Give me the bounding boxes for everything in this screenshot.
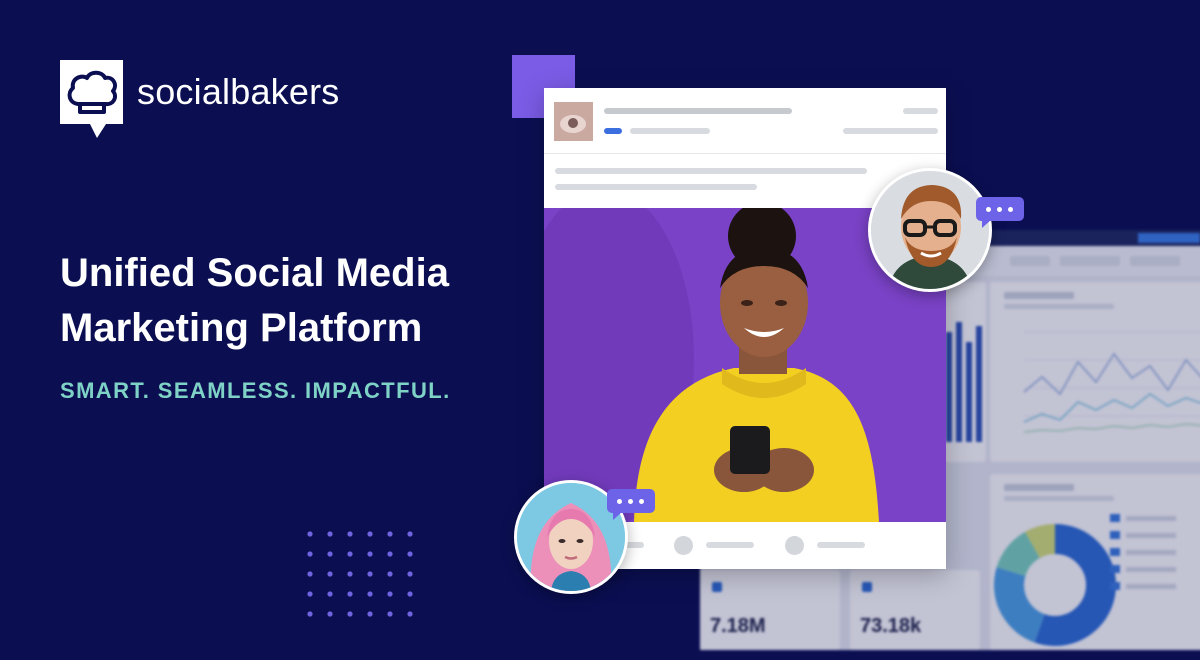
metric-card-engagement: 73.18k bbox=[850, 570, 980, 650]
panel-title bbox=[1004, 484, 1074, 491]
line-chart-panel bbox=[990, 282, 1200, 462]
reaction-icon bbox=[674, 536, 693, 555]
metric-value: 7.18M bbox=[710, 615, 766, 637]
man-portrait-illustration bbox=[871, 171, 989, 289]
metric-value: 73.18k bbox=[860, 615, 922, 637]
post-date-placeholder bbox=[903, 108, 938, 114]
bar-chart-panel bbox=[940, 282, 986, 462]
filter-chip bbox=[1130, 256, 1180, 266]
panel-subtitle bbox=[1004, 496, 1114, 501]
post-meta-placeholder bbox=[843, 128, 938, 134]
post-text-line bbox=[555, 184, 757, 190]
legend-row bbox=[1110, 531, 1200, 539]
legend-row bbox=[1110, 514, 1200, 522]
headline-line-2: Marketing Platform bbox=[60, 306, 423, 350]
hero-tagline: SMART. SEAMLESS. IMPACTFUL. bbox=[60, 378, 451, 403]
network-badge bbox=[604, 128, 622, 134]
bar bbox=[946, 332, 952, 442]
donut-chart bbox=[994, 524, 1116, 646]
metric-icon bbox=[712, 582, 722, 592]
metric-icon bbox=[862, 582, 872, 592]
line-chart bbox=[1023, 331, 1200, 433]
headline-line-1: Unified Social Media bbox=[60, 251, 449, 295]
line-series-2 bbox=[1023, 393, 1200, 423]
dashboard-action-button bbox=[1138, 233, 1200, 243]
bar bbox=[956, 322, 962, 442]
brand-logo: socialbakers bbox=[60, 60, 340, 138]
donut-chart-panel bbox=[990, 474, 1200, 650]
post-header bbox=[544, 88, 946, 154]
metric-card-impressions: 7.18M bbox=[700, 570, 840, 650]
chat-bubble-dots-icon bbox=[976, 197, 1024, 228]
chef-hat-speech-bubble-icon bbox=[60, 60, 123, 138]
chat-bubble-dots-icon bbox=[607, 489, 655, 520]
legend-row bbox=[1110, 582, 1200, 590]
dot-grid-decoration bbox=[307, 531, 413, 617]
post-text-line bbox=[555, 168, 867, 174]
legend-row bbox=[1110, 565, 1200, 573]
filter-chip bbox=[1010, 256, 1050, 266]
bar-chart bbox=[946, 322, 982, 442]
comment-icon bbox=[785, 536, 804, 555]
bar bbox=[966, 342, 972, 442]
post-author-name-placeholder bbox=[604, 108, 792, 114]
avatar-man bbox=[868, 168, 992, 292]
donut-legend bbox=[1110, 514, 1200, 599]
filter-chip bbox=[1060, 256, 1120, 266]
bar bbox=[976, 326, 982, 442]
comment-count-placeholder bbox=[817, 542, 865, 548]
post-meta-placeholder bbox=[630, 128, 710, 134]
legend-row bbox=[1110, 548, 1200, 556]
line-series-3 bbox=[1023, 423, 1200, 433]
hero-headline: Unified Social Media Marketing Platform bbox=[60, 246, 500, 356]
brand-name: socialbakers bbox=[137, 71, 340, 112]
reaction-count-placeholder bbox=[706, 542, 754, 548]
post-author-thumbnail bbox=[554, 102, 593, 141]
